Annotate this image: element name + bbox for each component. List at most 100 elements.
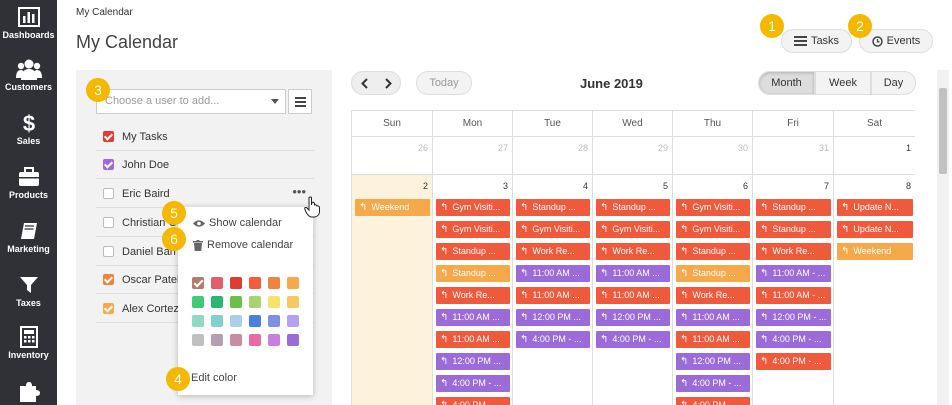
calendar-event[interactable]: ↰ 12:00 PM - ... [756,309,831,326]
calendar-event[interactable]: ↰ Gym Visiti... [596,221,670,238]
calendar-event[interactable]: ↰ Standup ... [756,199,831,216]
color-swatch[interactable] [211,277,223,289]
color-swatch[interactable] [249,334,261,346]
calendar-event[interactable]: ↰ Standup ... [436,265,510,282]
calendar-event[interactable]: ↰ Gym Visiti... [676,221,750,238]
color-swatch[interactable] [268,315,280,327]
nav-taxes[interactable]: Taxes [0,274,57,308]
calendar-event[interactable]: ↰ Standup ... [676,265,750,282]
color-swatch[interactable] [230,334,242,346]
user-list-button[interactable] [288,89,312,114]
color-swatch[interactable] [211,334,223,346]
calendar-event[interactable]: ↰ 11:00 AM ... [596,287,670,304]
calendar-event[interactable]: ↰ 12:00 PM ... [676,353,750,370]
prev-button[interactable] [352,77,376,89]
color-swatch[interactable] [230,296,242,308]
edit-color-link[interactable]: Edit color [191,372,237,384]
calendar-checkbox[interactable] [103,246,114,257]
color-swatch[interactable] [192,296,204,308]
calendar-event[interactable]: ↰4:00 PM - ... [756,353,831,370]
calendar-event[interactable]: ↰ Standup ... [436,243,510,260]
calendar-event[interactable]: ↰ 11:00 AM ... [436,331,510,348]
nav-sales[interactable]: $ Sales [0,112,57,146]
calendar-checkbox[interactable] [103,303,114,314]
day-cell[interactable]: 27 [433,137,513,175]
calendar-event[interactable]: ↰ Update N... [837,221,913,238]
calendar-checkbox[interactable] [103,131,114,142]
calendar-event[interactable]: ↰ Gym Visiti... [516,221,590,238]
view-day-button[interactable]: Day [871,71,916,95]
calendar-event[interactable]: ↰ Gym Visiti... [676,199,750,216]
day-cell[interactable]: 28 [513,137,593,175]
color-swatch[interactable] [192,334,204,346]
calendar-event[interactable]: ↰4:00 PM - ... [516,331,590,348]
events-button[interactable]: Events [859,29,933,53]
day-cell[interactable]: 26 [352,137,433,175]
color-swatch[interactable] [249,315,261,327]
nav-dashboards[interactable]: Dashboards [0,6,57,40]
color-swatch[interactable] [211,296,223,308]
nav-products[interactable]: Products [0,166,57,200]
calendar-event[interactable]: ↰ Work Re... [596,243,670,260]
color-swatch[interactable] [192,277,204,289]
calendar-event[interactable]: ↰ Standup ... [596,199,670,216]
color-swatch[interactable] [268,334,280,346]
nav-inventory[interactable]: Inventory [0,326,57,360]
today-button[interactable]: Today [416,71,472,95]
calendar-event[interactable]: ↰ Work Re... [436,287,510,304]
color-swatch[interactable] [230,315,242,327]
day-cell[interactable]: 1 [834,137,915,175]
color-swatch[interactable] [287,277,299,289]
calendar-checkbox[interactable] [103,217,114,228]
calendar-event[interactable]: ↰4:00 PM - ... [676,397,750,405]
calendar-event[interactable]: ↰4:00 PM - ... [676,375,750,392]
calendar-event[interactable]: ↰ Update N... [837,199,913,216]
nav-customers[interactable]: Customers [0,58,57,92]
calendar-event[interactable]: ↰ 12:00 PM ... [516,309,590,326]
calendar-event[interactable]: ↰ Weekend [837,243,913,260]
calendar-event[interactable]: ↰4:00 PM - ... [596,331,670,348]
scrollbar-thumb[interactable] [939,88,947,174]
calendar-event[interactable]: ↰ 11:00 AM ... [596,265,670,282]
day-cell[interactable]: 29 [593,137,673,175]
calendar-event[interactable]: ↰ 11:00 AM ... [676,309,750,326]
user-calendar-row[interactable]: John Doe [96,151,314,179]
day-cell[interactable]: 30 [673,137,753,175]
calendar-event[interactable]: ↰ Standup ... [676,243,750,260]
user-calendar-row[interactable]: My Tasks [96,123,314,151]
calendar-event[interactable]: ↰ Weekend [355,199,430,216]
user-select-dropdown[interactable]: Choose a user to add... [96,89,286,114]
calendar-checkbox[interactable] [103,188,114,199]
breadcrumb[interactable]: My Calendar [76,7,133,18]
calendar-event[interactable]: ↰ Work Re... [756,243,831,260]
color-swatch[interactable] [287,296,299,308]
calendar-event[interactable]: ↰4:00 PM - ... [436,397,510,405]
color-swatch[interactable] [230,277,242,289]
calendar-checkbox[interactable] [103,274,114,285]
view-month-button[interactable]: Month [758,71,815,95]
nav-marketing[interactable]: Marketing [0,220,57,254]
calendar-event[interactable]: ↰4:00 PM - ... [436,375,510,392]
calendar-event[interactable]: ↰ 11:00 AM - ... [756,265,831,282]
color-swatch[interactable] [287,315,299,327]
day-cell[interactable]: 31 [753,137,834,175]
color-swatch[interactable] [287,334,299,346]
color-swatch[interactable] [192,315,204,327]
color-swatch[interactable] [249,277,261,289]
calendar-event[interactable]: ↰ Gym Visiti... [436,221,510,238]
calendar-event[interactable]: ↰ Standup ... [516,199,590,216]
calendar-checkbox[interactable] [103,159,114,170]
color-swatch[interactable] [268,277,280,289]
remove-calendar-item[interactable]: Remove calendar [193,239,293,251]
calendar-event[interactable]: ↰ Standup ... [756,221,831,238]
view-week-button[interactable]: Week [815,71,871,95]
nav-plugins[interactable] [0,380,57,402]
color-swatch[interactable] [268,296,280,308]
calendar-event[interactable]: ↰4:00 PM - ... [756,331,831,348]
color-swatch[interactable] [211,315,223,327]
calendar-event[interactable]: ↰ 12:00 PM ... [436,353,510,370]
next-button[interactable] [376,77,400,89]
calendar-event[interactable]: ↰ 11:00 AM ... [436,309,510,326]
calendar-event[interactable]: ↰ 11:00 AM ... [516,265,590,282]
user-calendar-row[interactable]: Eric Baird ••• [96,180,314,208]
